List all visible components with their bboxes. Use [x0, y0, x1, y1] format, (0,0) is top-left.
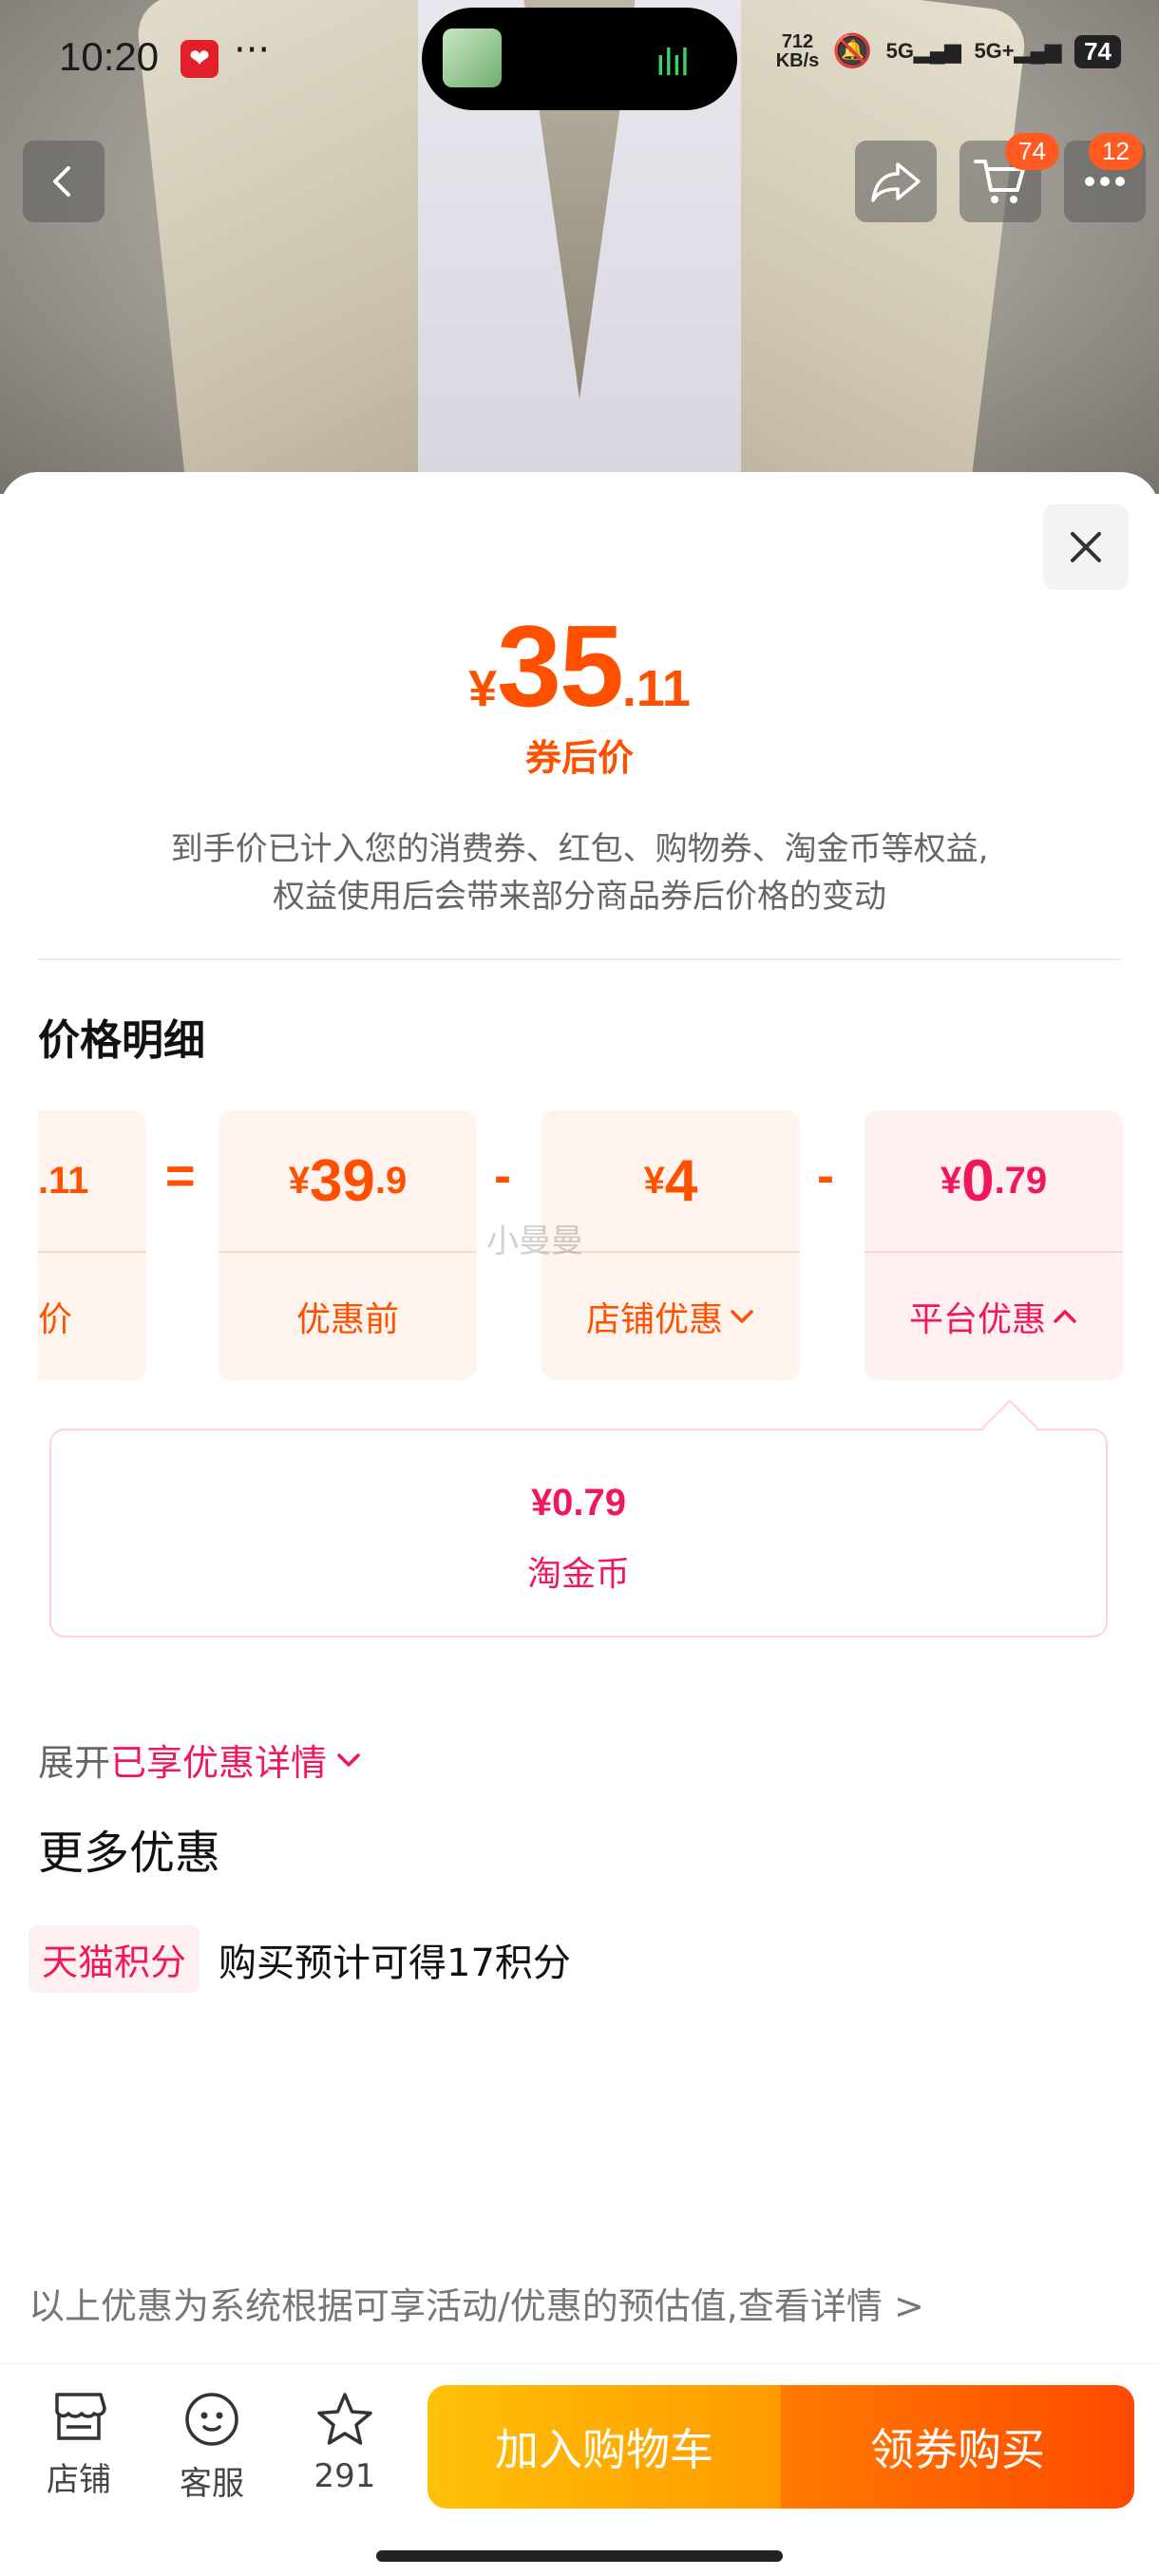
status-bar: 10:20 ❤ ··· ılıl 712 KB/s 🔕 5G▂▄▆ 5G+▂▄▆…	[0, 0, 1159, 114]
audio-wave-icon: ılıl	[656, 42, 690, 84]
platform-discount-detail: ¥0.79 淘金币	[49, 1429, 1108, 1638]
card-final-amount: .11	[38, 1159, 89, 1202]
mute-bell-icon: 🔕	[832, 33, 873, 69]
chevron-left-icon	[53, 166, 70, 197]
card-shop-currency: ¥	[643, 1159, 665, 1202]
final-price: ¥35.11	[0, 599, 1159, 732]
equals-operator: =	[165, 1147, 196, 1204]
card-original-dec: .9	[374, 1159, 408, 1202]
card-platform-currency: ¥	[940, 1159, 962, 1202]
tmall-points-tag: 天猫积分	[28, 1925, 200, 1993]
card-original-currency: ¥	[288, 1159, 310, 1202]
dynamic-island[interactable]: ılıl	[422, 8, 737, 110]
speed-unit: KB/s	[775, 50, 820, 71]
breakdown-title: 价格明细	[38, 1016, 205, 1065]
chevron-down-icon	[337, 1752, 360, 1767]
card-platform-int: 0	[961, 1147, 995, 1214]
expand-highlight: 已享优惠详情	[110, 1742, 328, 1784]
expand-prefix: 展开	[38, 1742, 111, 1784]
signal-5g-icon: 5G▂▄▆	[885, 39, 961, 63]
cart-count-badge: 74	[1005, 133, 1059, 170]
price-detail-sheet: ¥35.11 券后价 到手价已计入您的消费券、红包、购物券、淘金币等权益, 权益…	[0, 472, 1159, 2576]
price-currency: ¥	[468, 660, 498, 717]
app-notification-icon: ❤	[180, 40, 218, 78]
breakdown-card-original[interactable]: ¥39.9 优惠前	[218, 1110, 477, 1380]
tmall-points-text: 购买预计可得17积分	[218, 1941, 571, 1985]
customer-service-button[interactable]: 客服	[160, 2391, 264, 2504]
expand-discount-details[interactable]: 展开 已享优惠详情	[38, 1733, 363, 1786]
tmall-points-row: 天猫积分 购买预计可得17积分	[28, 1925, 571, 1993]
estimate-footnote-link[interactable]: 以上优惠为系统根据可享活动/优惠的预估值,查看详情 >	[28, 2277, 924, 2329]
card-shop-int: 4	[664, 1147, 698, 1214]
chevron-up-icon	[1054, 1310, 1076, 1323]
cart-button[interactable]: 74	[960, 133, 1059, 222]
media-thumbnail	[443, 28, 502, 87]
price-decimal: .11	[621, 660, 691, 717]
battery-icon: 74	[1074, 34, 1121, 68]
more-dots-icon	[1085, 177, 1125, 186]
price-notice: 到手价已计入您的消费券、红包、购物券、淘金币等权益, 权益使用后会带来部分商品券…	[86, 825, 1074, 920]
bottom-action-bar: 店铺 客服 291 加入购物车 领券购买	[0, 2363, 1159, 2576]
watermark: 小曼曼	[486, 1222, 583, 1260]
breakdown-card-final[interactable]: .11 价	[38, 1110, 146, 1380]
chevron-down-icon	[731, 1310, 753, 1323]
net2-label: 5G+	[974, 39, 1015, 63]
notice-line-2: 权益使用后会带来部分商品券后价格的变动	[273, 878, 886, 916]
minus-operator-2: -	[817, 1147, 834, 1204]
price-integer: 35	[497, 601, 624, 730]
notice-line-1: 到手价已计入您的消费券、红包、购物券、淘金币等权益,	[170, 830, 989, 868]
net1-label: 5G	[885, 39, 914, 63]
breakdown-card-platform-discount[interactable]: ¥0.79 平台优惠	[864, 1110, 1123, 1380]
speed-value: 712	[781, 31, 814, 52]
taojinbi-label: 淘金币	[526, 1555, 630, 1594]
close-icon	[1071, 532, 1101, 562]
status-icons: 712 KB/s 🔕 5G▂▄▆ 5G+▂▄▆ 74	[776, 32, 1121, 70]
more-button[interactable]: 12	[1064, 133, 1146, 222]
card-original-int: 39	[309, 1147, 375, 1214]
customer-service-icon	[185, 2393, 238, 2446]
card-shop-label: 店铺优惠	[585, 1300, 723, 1339]
network-speed: 712 KB/s	[776, 32, 820, 70]
card-final-label: 价	[38, 1300, 73, 1339]
star-icon	[317, 2393, 372, 2445]
add-to-cart-button[interactable]: 加入购物车	[428, 2385, 781, 2509]
more-notifications-icon: ···	[234, 28, 271, 72]
close-button[interactable]	[1043, 504, 1129, 590]
share-icon	[871, 162, 921, 202]
favorite-count: 291	[314, 2457, 376, 2495]
divider	[38, 958, 1121, 960]
home-indicator[interactable]	[376, 2550, 783, 2562]
status-time: 10:20	[59, 34, 160, 79]
card-original-label: 优惠前	[295, 1300, 399, 1339]
shop-label: 店铺	[47, 2461, 111, 2499]
card-platform-dec: .79	[994, 1159, 1048, 1202]
minus-operator: -	[494, 1147, 511, 1204]
shop-icon	[55, 2393, 106, 2440]
more-discounts-title: 更多优惠	[38, 1827, 221, 1880]
card-platform-label: 平台优惠	[908, 1300, 1046, 1339]
signal-5gplus-icon: 5G+▂▄▆	[974, 39, 1062, 63]
buy-with-coupon-button[interactable]: 领券购买	[781, 2385, 1134, 2509]
back-button[interactable]	[23, 141, 104, 222]
message-count-badge: 12	[1089, 133, 1143, 170]
favorite-button[interactable]: 291	[293, 2391, 397, 2495]
service-label: 客服	[180, 2465, 244, 2503]
shop-button[interactable]: 店铺	[27, 2391, 131, 2500]
taojinbi-amount: ¥0.79	[530, 1482, 627, 1524]
price-label: 券后价	[524, 737, 634, 779]
share-button[interactable]	[855, 141, 937, 222]
